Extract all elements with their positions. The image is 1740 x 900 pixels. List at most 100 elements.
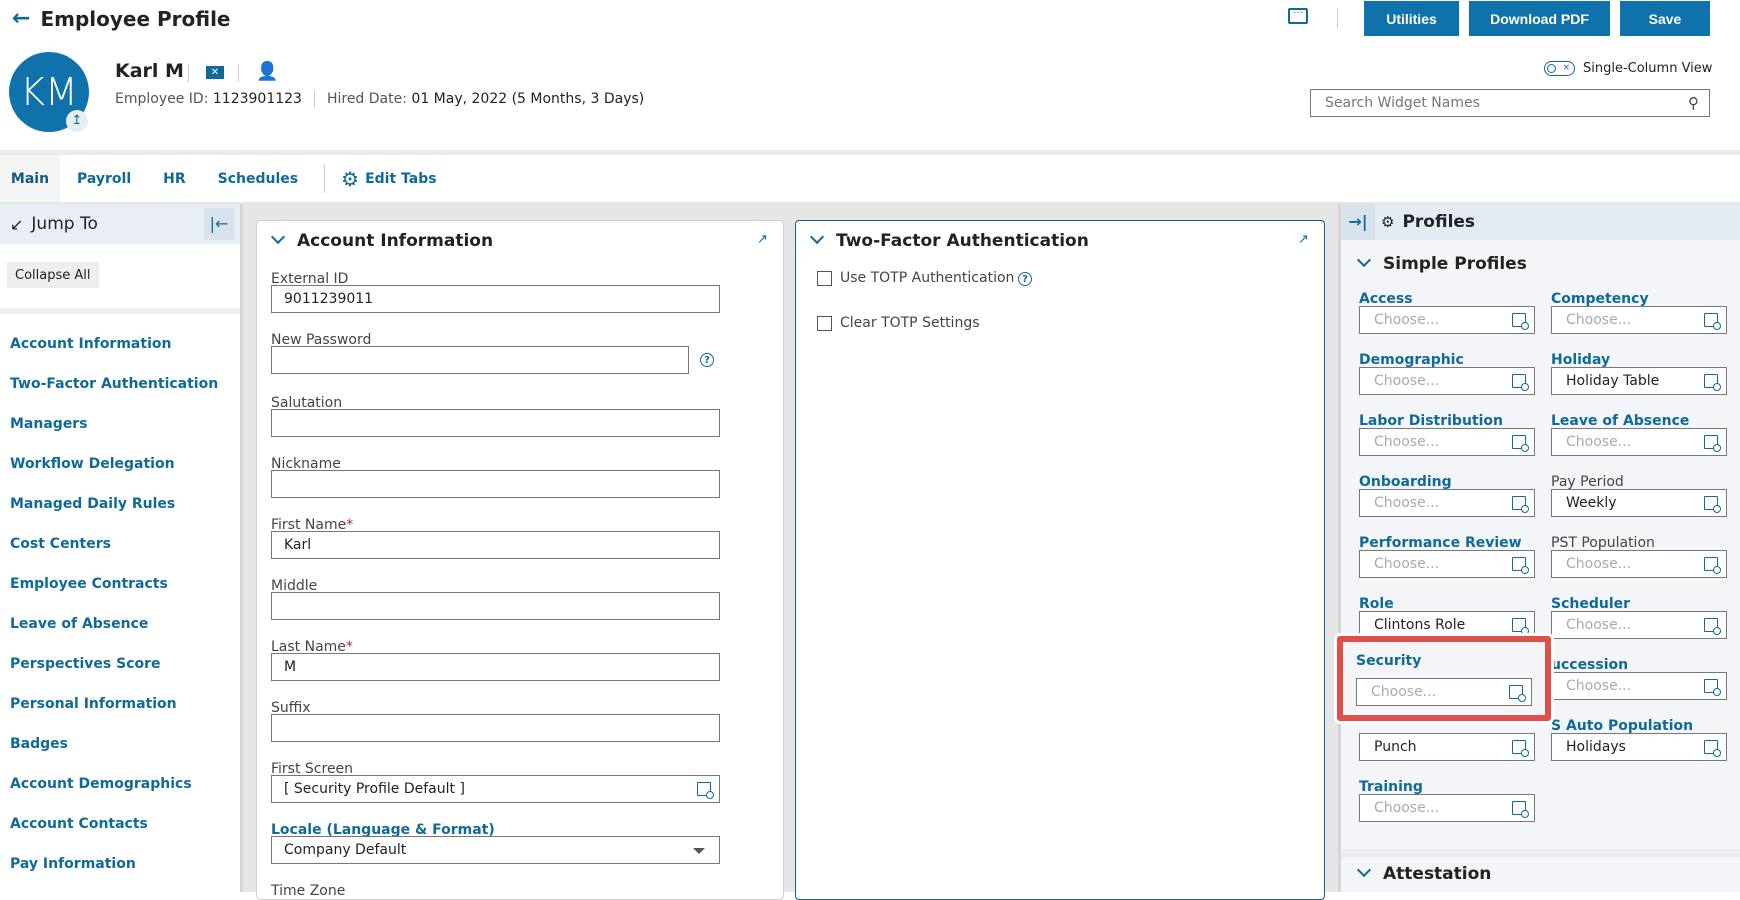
lookup-icon[interactable]	[1704, 618, 1721, 635]
profile-field[interactable]: Choose...	[1551, 428, 1727, 456]
sidebar-item[interactable]: Workflow Delegation	[10, 456, 175, 472]
profile-field[interactable]: Choose...	[1551, 550, 1727, 578]
lookup-icon[interactable]	[697, 782, 714, 799]
profile-field[interactable]: Choose...	[1359, 794, 1535, 822]
lookup-icon[interactable]	[1512, 618, 1529, 635]
field-input[interactable]	[271, 470, 720, 498]
employee-name: Karl M	[115, 60, 184, 82]
profile-field[interactable]: Punch	[1359, 733, 1535, 761]
field-input[interactable]: [ Security Profile Default ]	[271, 775, 720, 803]
lookup-icon[interactable]	[1704, 374, 1721, 391]
profile-field[interactable]: Choose...	[1359, 306, 1535, 334]
profile-label: Holiday	[1551, 352, 1611, 368]
sidebar-item[interactable]: Two-Factor Authentication	[10, 376, 218, 392]
lookup-icon[interactable]	[1704, 679, 1721, 696]
lookup-icon[interactable]	[1704, 740, 1721, 757]
profile-field[interactable]: Choose...	[1359, 550, 1535, 578]
tab-payroll[interactable]: Payroll	[77, 171, 131, 187]
expand-panel-icon[interactable]: →|	[1341, 204, 1375, 240]
field-input[interactable]	[271, 409, 720, 437]
expand-icon[interactable]: ↗	[757, 233, 771, 247]
divider	[0, 308, 240, 314]
sidebar-item[interactable]: Managed Daily Rules	[10, 496, 175, 512]
lookup-icon[interactable]	[1512, 313, 1529, 330]
email-icon[interactable]: ✕	[206, 66, 224, 79]
help-icon[interactable]: ?	[1018, 272, 1032, 286]
single-column-toggle[interactable]: × Single-Column View	[1544, 61, 1712, 76]
profile-label: Access	[1359, 291, 1413, 307]
use-totp-checkbox[interactable]	[817, 271, 832, 286]
lookup-icon[interactable]	[1512, 374, 1529, 391]
sidebar-item[interactable]: Perspectives Score	[10, 656, 161, 672]
tab-schedules[interactable]: Schedules	[218, 171, 298, 187]
collapse-sidebar-icon[interactable]: |←	[204, 208, 234, 240]
profile-field[interactable]: Choose...	[1359, 367, 1535, 395]
profile-field[interactable]: Holidays	[1551, 733, 1727, 761]
profile-field[interactable]: Choose...	[1551, 306, 1727, 334]
chevron-down-icon	[270, 229, 286, 245]
edit-tabs-button[interactable]: ⚙ Edit Tabs	[341, 167, 436, 191]
lookup-icon[interactable]	[1512, 557, 1529, 574]
profile-field[interactable]: Choose...	[1551, 672, 1727, 700]
save-button[interactable]: Save	[1620, 1, 1710, 36]
toggle-switch[interactable]: ×	[1544, 61, 1575, 76]
simple-profiles-header[interactable]: Simple Profiles	[1356, 252, 1527, 274]
sidebar-item[interactable]: Badges	[10, 736, 68, 752]
tab-hr[interactable]: HR	[163, 171, 186, 187]
sidebar-item[interactable]: Account Information	[10, 336, 171, 352]
sidebar-item[interactable]: Personal Information	[10, 696, 177, 712]
widget-search[interactable]: ⚲	[1310, 89, 1710, 117]
expand-icon[interactable]: ↗	[1298, 233, 1312, 247]
profile-field[interactable]: Choose...	[1551, 611, 1727, 639]
upload-photo-icon[interactable]: ↥	[66, 110, 88, 132]
collapse-all-button[interactable]: Collapse All	[7, 262, 99, 288]
clear-totp-checkbox[interactable]	[817, 316, 832, 331]
utilities-button[interactable]: Utilities	[1364, 1, 1459, 36]
search-icon[interactable]: ⚲	[1688, 94, 1699, 112]
profile-field[interactable]: Holiday Table	[1551, 367, 1727, 395]
sidebar-item[interactable]: Pay Information	[10, 856, 136, 872]
lookup-icon[interactable]	[1512, 740, 1529, 757]
tab-main[interactable]: Main	[0, 155, 60, 202]
field-input[interactable]: 9011239011	[271, 285, 720, 313]
user-link-icon[interactable]: 👤	[256, 61, 278, 82]
field-input[interactable]	[271, 592, 720, 620]
profile-field[interactable]: Weekly	[1551, 489, 1727, 517]
sidebar-item[interactable]: Cost Centers	[10, 536, 111, 552]
profile-field[interactable]: Choose...	[1359, 489, 1535, 517]
lookup-icon[interactable]	[1704, 435, 1721, 452]
search-input[interactable]	[1325, 95, 1688, 111]
locale-select[interactable]: Company Default	[271, 836, 720, 864]
lookup-icon[interactable]	[1704, 313, 1721, 330]
download-pdf-button[interactable]: Download PDF	[1469, 1, 1610, 36]
sidebar-item[interactable]: Leave of Absence	[10, 616, 148, 632]
field-input[interactable]: Karl	[271, 531, 720, 559]
attestation-header[interactable]: Attestation	[1356, 862, 1491, 884]
tab-bar: Main Payroll HR Schedules ⚙ Edit Tabs	[0, 155, 1740, 202]
sidebar-item[interactable]: Employee Contracts	[10, 576, 168, 592]
chat-icon[interactable]: ···	[1288, 8, 1308, 24]
two-factor-panel: Two-Factor Authentication ↗ Use TOTP Aut…	[795, 220, 1325, 900]
panel-header[interactable]: Two-Factor Authentication	[809, 229, 1089, 251]
field-input[interactable]	[271, 714, 720, 742]
back-arrow-icon[interactable]: ←	[12, 6, 30, 31]
lookup-icon[interactable]	[1509, 685, 1526, 702]
profile-field[interactable]: Choose...	[1359, 428, 1535, 456]
lookup-icon[interactable]	[1704, 557, 1721, 574]
lookup-icon[interactable]	[1512, 496, 1529, 513]
sidebar-item[interactable]: Managers	[10, 416, 88, 432]
profile-field[interactable]: Clintons Role	[1359, 611, 1535, 639]
sidebar-item[interactable]: Account Contacts	[10, 816, 148, 832]
field-input[interactable]	[271, 346, 689, 374]
field-input[interactable]: M	[271, 653, 720, 681]
help-icon[interactable]: ?	[700, 353, 714, 367]
panel-header[interactable]: Account Information	[270, 229, 493, 251]
security-profile-field[interactable]: Choose...	[1356, 678, 1532, 706]
lookup-icon[interactable]	[1512, 435, 1529, 452]
lookup-icon[interactable]	[1704, 496, 1721, 513]
sidebar-item[interactable]: Account Demographics	[10, 776, 192, 792]
divider	[313, 90, 315, 108]
dropdown-caret-icon[interactable]	[693, 848, 705, 854]
field-value: Choose...	[1566, 312, 1632, 328]
lookup-icon[interactable]	[1512, 801, 1529, 818]
